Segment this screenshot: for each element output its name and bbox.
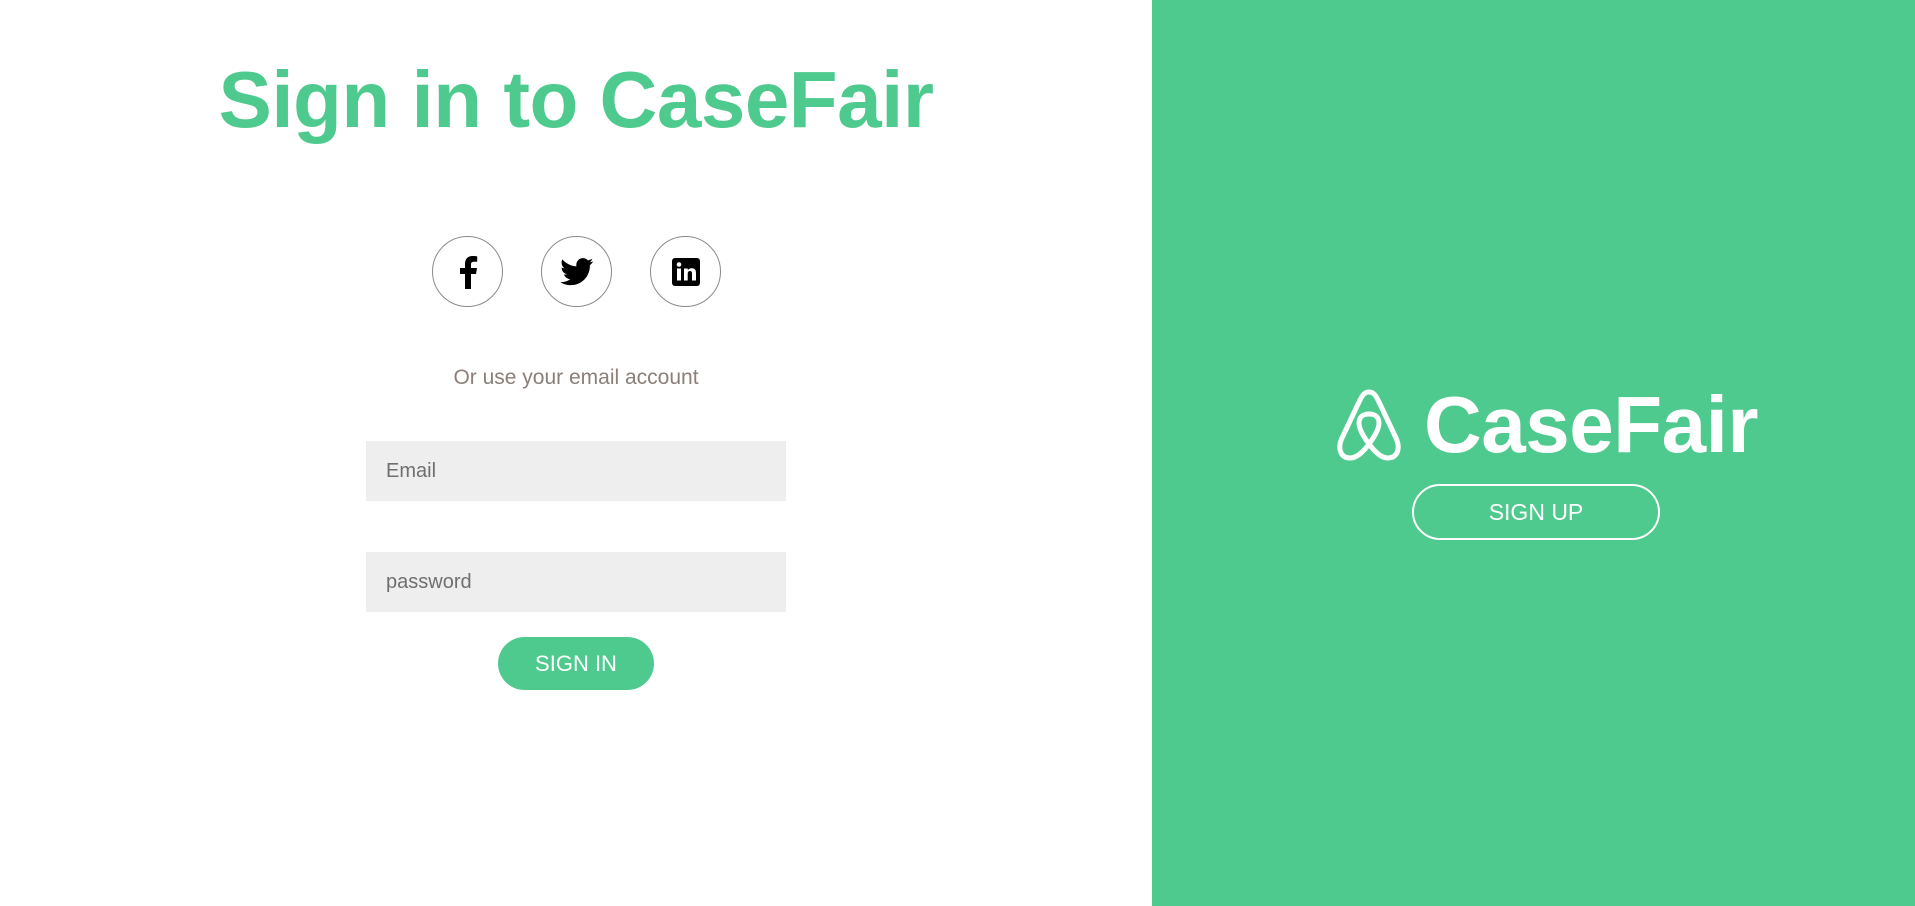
linkedin-icon — [671, 257, 700, 286]
page: Sign in to CaseFair Or use your email ac… — [0, 0, 1915, 906]
password-field[interactable] — [366, 552, 786, 612]
sign-up-button[interactable]: SIGN UP — [1412, 484, 1660, 540]
brand-name: CaseFair — [1424, 380, 1758, 469]
twitter-login-button[interactable] — [541, 236, 612, 307]
email-option-text: Or use your email account — [453, 366, 699, 389]
social-login-row — [432, 236, 721, 307]
airbnb-logo-icon — [1337, 389, 1401, 461]
linkedin-login-button[interactable] — [650, 236, 721, 307]
twitter-icon — [559, 257, 593, 285]
facebook-icon — [459, 255, 477, 289]
brand-logo: CaseFair — [1334, 385, 1758, 465]
facebook-login-button[interactable] — [432, 236, 503, 307]
email-field[interactable] — [366, 441, 786, 501]
sign-in-button[interactable]: SIGN IN — [498, 637, 654, 690]
sign-in-panel: Sign in to CaseFair Or use your email ac… — [0, 0, 1152, 906]
page-title: Sign in to CaseFair — [218, 55, 934, 144]
sign-up-panel: CaseFair SIGN UP — [1152, 0, 1915, 906]
